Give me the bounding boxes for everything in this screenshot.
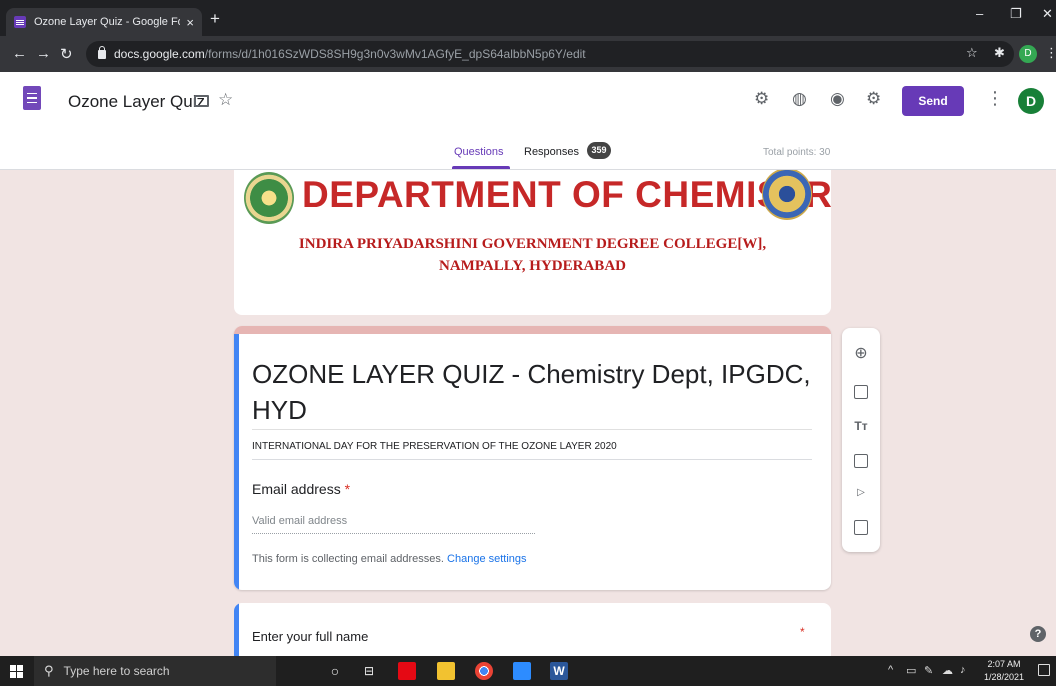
url-host: docs.google.com	[114, 47, 205, 61]
taskbar-search-placeholder: Type here to search	[63, 664, 170, 678]
doc-title[interactable]: Ozone Layer Quiz	[68, 92, 205, 112]
tray-chevron-icon[interactable]: ^	[888, 664, 893, 676]
add-video-icon[interactable]: ▷	[851, 483, 871, 503]
header-banner-image: DEPARTMENT OF CHEMISTRY INDIRA PRIYADARS…	[234, 170, 831, 315]
email-label-text: Email address	[252, 481, 341, 497]
tab-title: Ozone Layer Quiz - Google Form	[34, 16, 181, 28]
volume-icon[interactable]: ♪	[960, 664, 966, 676]
total-points: Total points: 30	[763, 147, 831, 158]
profile-avatar[interactable]: D	[1019, 45, 1037, 63]
question-card[interactable]: Enter your full name *	[234, 603, 831, 663]
college-name-line1: INDIRA PRIYADARSHINI GOVERNMENT DEGREE C…	[298, 236, 767, 252]
tab-close-icon[interactable]: ×	[186, 15, 194, 30]
add-image-icon[interactable]	[854, 454, 868, 468]
cortana-icon[interactable]: ○	[326, 662, 344, 680]
minimize-icon[interactable]: –	[976, 6, 983, 21]
window-close-icon[interactable]: ✕	[1042, 6, 1053, 22]
send-button[interactable]: Send	[902, 86, 964, 116]
clock-date: 1/28/2021	[984, 672, 1025, 682]
title-card-accent	[234, 326, 831, 334]
add-title-icon[interactable]: Tт	[851, 416, 871, 436]
import-questions-icon[interactable]	[854, 385, 868, 399]
windows-taskbar: ⚲ Type here to search ○ ⊟ W ^ ▭ ✎ ☁ ♪ 2:…	[0, 656, 1056, 686]
add-question-icon[interactable]: ⊕	[851, 344, 871, 364]
extensions-puzzle-icon[interactable]: ✱	[994, 45, 1005, 61]
help-icon[interactable]: ?	[1030, 626, 1046, 642]
collection-notice-text: This form is collecting email addresses.	[252, 553, 444, 565]
user-avatar[interactable]: D	[1018, 88, 1044, 114]
email-question-label: Email address *	[252, 481, 350, 497]
question-required-asterisk: *	[800, 625, 805, 639]
add-section-icon[interactable]	[854, 520, 868, 535]
reload-icon[interactable]: ↻	[60, 45, 73, 63]
settings-gear-icon[interactable]: ⚙	[866, 89, 881, 109]
college-name-line2: NAMPALLY, HYDERABAD	[439, 258, 626, 274]
clock-time: 2:07 AM	[987, 659, 1021, 669]
form-title[interactable]: OZONE LAYER QUIZ - Chemistry Dept, IPGDC…	[252, 356, 812, 428]
back-icon[interactable]: ←	[12, 45, 27, 62]
windows-start-icon[interactable]	[10, 665, 23, 678]
change-settings-link[interactable]: Change settings	[447, 553, 527, 565]
department-title: DEPARTMENT OF CHEMISTRY	[302, 174, 831, 215]
email-input-placeholder: Valid email address	[252, 515, 348, 527]
star-icon[interactable]: ☆	[218, 90, 233, 110]
netflix-icon[interactable]	[398, 662, 416, 680]
bookmark-star-icon[interactable]: ☆	[966, 45, 978, 61]
browser-tabstrip: Ozone Layer Quiz - Google Form × + – ❐ ✕	[0, 0, 1056, 36]
browser-tab[interactable]: Ozone Layer Quiz - Google Form ×	[6, 8, 202, 36]
restore-icon[interactable]: ❐	[1010, 6, 1022, 22]
state-emblem-icon	[244, 172, 294, 224]
more-options-icon[interactable]: ⋮	[986, 88, 1004, 109]
word-icon[interactable]: W	[550, 662, 568, 680]
palette-icon[interactable]: ◍	[792, 89, 807, 109]
title-divider	[252, 429, 812, 430]
browser-menu-icon[interactable]: ⋮	[1045, 45, 1056, 61]
search-icon: ⚲	[44, 663, 54, 678]
description-divider	[252, 459, 812, 460]
active-tab-indicator	[452, 166, 510, 169]
question-label[interactable]: Enter your full name	[252, 629, 368, 644]
form-title-card[interactable]: OZONE LAYER QUIZ - Chemistry Dept, IPGDC…	[234, 326, 831, 590]
task-view-icon[interactable]: ⊟	[360, 662, 378, 680]
email-input-underline	[252, 533, 535, 534]
response-count-badge: 359	[587, 142, 611, 159]
tab-responses[interactable]: Responses	[524, 146, 579, 158]
taskbar-search[interactable]: ⚲ Type here to search	[34, 656, 276, 686]
add-ons-icon[interactable]: ⚙	[754, 89, 769, 109]
address-bar[interactable]: docs.google.com/forms/d/1h016SzWDS8SH9g3…	[86, 41, 1014, 67]
browser-toolbar: ← → ↻ docs.google.com/forms/d/1h016SzWDS…	[0, 36, 1056, 72]
new-tab-button[interactable]: +	[210, 9, 220, 29]
notification-icon[interactable]	[1038, 664, 1050, 676]
tab-questions[interactable]: Questions	[454, 146, 504, 158]
preview-eye-icon[interactable]: ◉	[830, 89, 845, 109]
battery-icon[interactable]: ▭	[906, 664, 916, 677]
chrome-icon[interactable]	[475, 662, 493, 680]
url-path: /forms/d/1h016SzWDS8SH9g3n0v3wMv1AGfyE_d…	[204, 47, 586, 61]
cloud-icon[interactable]: ☁	[942, 664, 953, 677]
college-emblem-icon	[762, 170, 812, 220]
form-description[interactable]: INTERNATIONAL DAY FOR THE PRESERVATION O…	[252, 441, 617, 452]
forward-icon[interactable]: →	[36, 45, 51, 62]
system-clock[interactable]: 2:07 AM 1/28/2021	[984, 658, 1024, 684]
required-asterisk: *	[344, 481, 351, 497]
forms-logo-icon[interactable]	[23, 86, 41, 110]
forms-favicon-icon	[14, 16, 26, 28]
email-collection-notice: This form is collecting email addresses.…	[252, 553, 527, 565]
folder-icon[interactable]	[194, 95, 209, 107]
zoom-icon[interactable]	[513, 662, 531, 680]
question-card-indicator	[234, 603, 239, 663]
floating-toolbar: ⊕ Tт ▷	[842, 328, 880, 552]
pen-icon[interactable]: ✎	[924, 664, 933, 677]
selected-card-indicator	[234, 334, 239, 590]
lock-icon	[98, 45, 106, 59]
forms-header: Ozone Layer Quiz ☆ ⚙ ◍ ◉ ⚙ Send ⋮ D Ques…	[0, 72, 1056, 170]
file-explorer-icon[interactable]	[437, 662, 455, 680]
